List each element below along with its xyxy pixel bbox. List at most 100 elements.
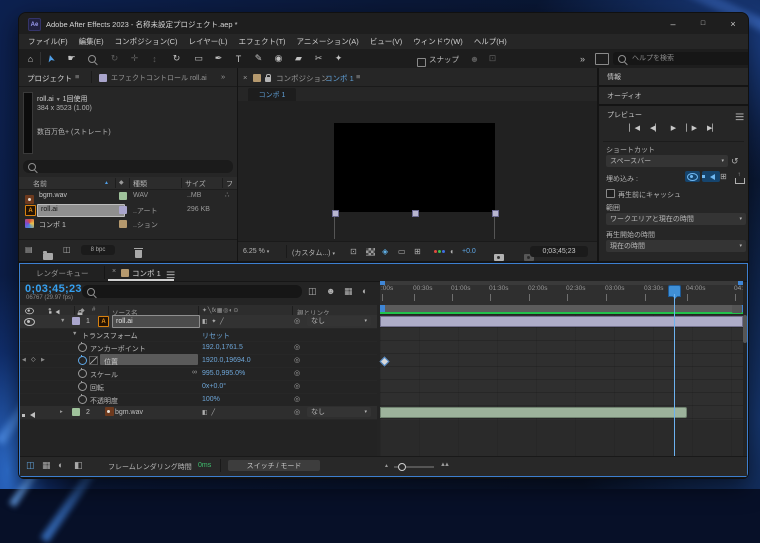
comp-panel-menu-icon[interactable]: ≡	[356, 72, 360, 81]
parent-dropdown[interactable]: なし ▾	[307, 407, 371, 417]
property-pick-whip-icon[interactable]: ◎	[294, 356, 300, 364]
tab-effect-controls[interactable]: エフェクトコントロール roll.ai	[111, 73, 207, 83]
lock-icon[interactable]	[265, 74, 271, 82]
zoom-out-mountain-icon[interactable]: ▲	[384, 463, 389, 469]
zoom-tool-icon[interactable]	[84, 51, 99, 66]
toggle-blur-icon[interactable]: ◐	[58, 460, 63, 470]
scale-row[interactable]: スケール ∞ 995.0,995.0% ◎	[20, 367, 377, 381]
sort-ascending-icon[interactable]: ▲	[104, 180, 109, 186]
channel-icon[interactable]	[434, 250, 445, 253]
twirl-closed-icon[interactable]: ▸	[60, 409, 63, 415]
position-row[interactable]: ◀ ◇ ▶ 位置 1920.0,19694.0 ◎	[20, 354, 377, 368]
zoom-in-mountain-icon[interactable]: ▲▲	[440, 462, 450, 468]
audio-column-speaker-icon[interactable]	[48, 309, 60, 315]
column-type[interactable]: 種類	[133, 179, 147, 189]
delete-icon[interactable]	[134, 248, 144, 258]
property-pick-whip-icon[interactable]: ◎	[294, 395, 300, 403]
view-options-icon[interactable]: ⊡	[350, 247, 357, 256]
layer-name-box[interactable]: roll.ai	[112, 315, 200, 328]
interpret-footage-icon[interactable]: ▤	[25, 245, 33, 254]
cache-before-playback-checkbox[interactable]	[606, 189, 615, 198]
playhead-handle-tip[interactable]	[671, 294, 679, 299]
first-frame-icon[interactable]: ▏◀	[629, 124, 640, 138]
new-folder-icon[interactable]	[43, 251, 53, 260]
layer-row-roll[interactable]: ▼ 1 A roll.ai ◧ ✦ ╱ ◎ なし ▾	[20, 315, 377, 329]
shape-tool-icon[interactable]: ▭	[191, 51, 206, 66]
close-button[interactable]: ×	[718, 13, 748, 34]
include-audio-icon[interactable]	[702, 171, 720, 182]
exposure-icon[interactable]: ◐	[450, 247, 455, 256]
maximize-button[interactable]: □	[688, 13, 718, 34]
tab-render-queue[interactable]: レンダーキュー	[36, 268, 89, 279]
play-icon[interactable]: ▶	[671, 124, 676, 138]
item-name[interactable]: roll.ai	[41, 206, 58, 213]
video-column-eye-icon[interactable]	[25, 307, 34, 315]
property-pick-whip-icon[interactable]: ◎	[294, 382, 300, 390]
opacity-row[interactable]: 不透明度 100% ◎	[20, 393, 377, 407]
current-timecode[interactable]: 0;03;45;23	[25, 283, 82, 295]
tab-audio[interactable]: オーディオ	[607, 91, 642, 101]
property-name[interactable]: 位置	[104, 357, 118, 367]
motion-blur-icon[interactable]: ◐	[362, 286, 367, 296]
composition-mini-flowchart-icon[interactable]: ◫	[308, 286, 317, 297]
label-color-swatch[interactable]	[119, 220, 127, 228]
clone-stamp-tool-icon[interactable]: ◉	[271, 51, 286, 66]
layer-bar-roll[interactable]	[380, 316, 743, 327]
hand-tool-icon[interactable]: ☛	[64, 51, 79, 66]
home-icon[interactable]: ⌂	[23, 51, 38, 66]
keyframe-toggle-icon[interactable]: ◇	[31, 356, 36, 363]
project-row-comp[interactable]: コンポ 1 ..ション	[19, 217, 237, 231]
property-pick-whip-icon[interactable]: ◎	[294, 343, 300, 351]
property-name[interactable]: 不透明度	[90, 396, 118, 406]
project-row-bgm[interactable]: bgm.wav WAV ..MB ∴	[19, 189, 237, 204]
comp-marker-bin[interactable]	[732, 305, 742, 313]
guides-icon[interactable]: ⊞	[414, 247, 421, 256]
timeline-menu-icon[interactable]: ≡	[166, 267, 175, 285]
column-path[interactable]: フ	[226, 179, 233, 189]
parent-dropdown[interactable]: なし ▾	[307, 316, 371, 326]
shy-layers-icon[interactable]: ☻	[326, 286, 335, 296]
shortcut-dropdown[interactable]: スペースバー ▾	[606, 155, 728, 167]
twirl-open-icon[interactable]: ▼	[60, 318, 65, 324]
audio-panel-header[interactable]: オーディオ	[599, 87, 748, 104]
timeline-zoom-slider-knob[interactable]	[398, 463, 406, 471]
help-search-input[interactable]	[630, 54, 746, 63]
mask-people-icon[interactable]: ☻	[467, 51, 482, 66]
eraser-tool-icon[interactable]: ▰	[291, 51, 306, 66]
anchor-point-row[interactable]: アンカーポイント 192.0,1761.5 ◎	[20, 341, 377, 355]
previous-keyframe-icon[interactable]: ◀	[22, 357, 26, 363]
titlebar[interactable]: Ae Adobe After Effects 2023 - 名称未設定プロジェク…	[19, 13, 748, 34]
next-frame-icon[interactable]: ▏▶	[686, 124, 697, 138]
include-overlays-icon[interactable]: ⊞	[720, 172, 727, 181]
menu-animation[interactable]: アニメーション(A)	[297, 36, 359, 47]
reset-icon[interactable]: ↺	[731, 156, 739, 167]
work-area-start[interactable]	[380, 305, 385, 312]
workspace-icon[interactable]	[595, 53, 609, 65]
layer-audio-speaker-icon[interactable]	[22, 412, 35, 418]
selection-handle[interactable]	[412, 210, 419, 217]
layer-label-swatch[interactable]	[72, 408, 80, 416]
property-value[interactable]: 1920.0,19694.0	[202, 357, 251, 364]
stopwatch-icon-active[interactable]	[78, 355, 87, 365]
layer-visibility-eye-icon[interactable]	[24, 318, 35, 326]
column-size[interactable]: サイズ	[185, 179, 206, 189]
play-from-dropdown[interactable]: 現在の時間 ▾	[606, 240, 746, 252]
label-column-icon[interactable]: ◆	[80, 307, 85, 314]
project-panel-menu-icon[interactable]: ≡	[75, 72, 79, 81]
toggle-switches-icon[interactable]: ◫	[26, 460, 35, 471]
switches-modes-button[interactable]: スイッチ / モード	[228, 460, 320, 471]
timeline-search-box[interactable]	[82, 285, 302, 298]
parent-pick-whip-icon[interactable]: ◎	[294, 317, 300, 325]
new-composition-icon[interactable]: ◫	[63, 245, 71, 254]
toggle-blend-icon[interactable]: ▦	[42, 460, 51, 471]
menu-edit[interactable]: 編集(E)	[79, 36, 104, 47]
track-area[interactable]	[380, 315, 743, 420]
rotation-tool-icon[interactable]: ↻	[169, 51, 184, 66]
menu-help[interactable]: ヘルプ(H)	[474, 36, 507, 47]
transparency-grid-icon[interactable]	[366, 248, 375, 256]
parent-pick-whip-icon[interactable]: ◎	[294, 408, 300, 416]
playhead-line[interactable]	[674, 294, 675, 470]
twirl-open-icon[interactable]: ▼	[72, 331, 77, 337]
region-of-interest-icon[interactable]: ▭	[398, 247, 406, 256]
resolution-dropdown[interactable]: (カスタム...) ▾	[292, 248, 335, 258]
